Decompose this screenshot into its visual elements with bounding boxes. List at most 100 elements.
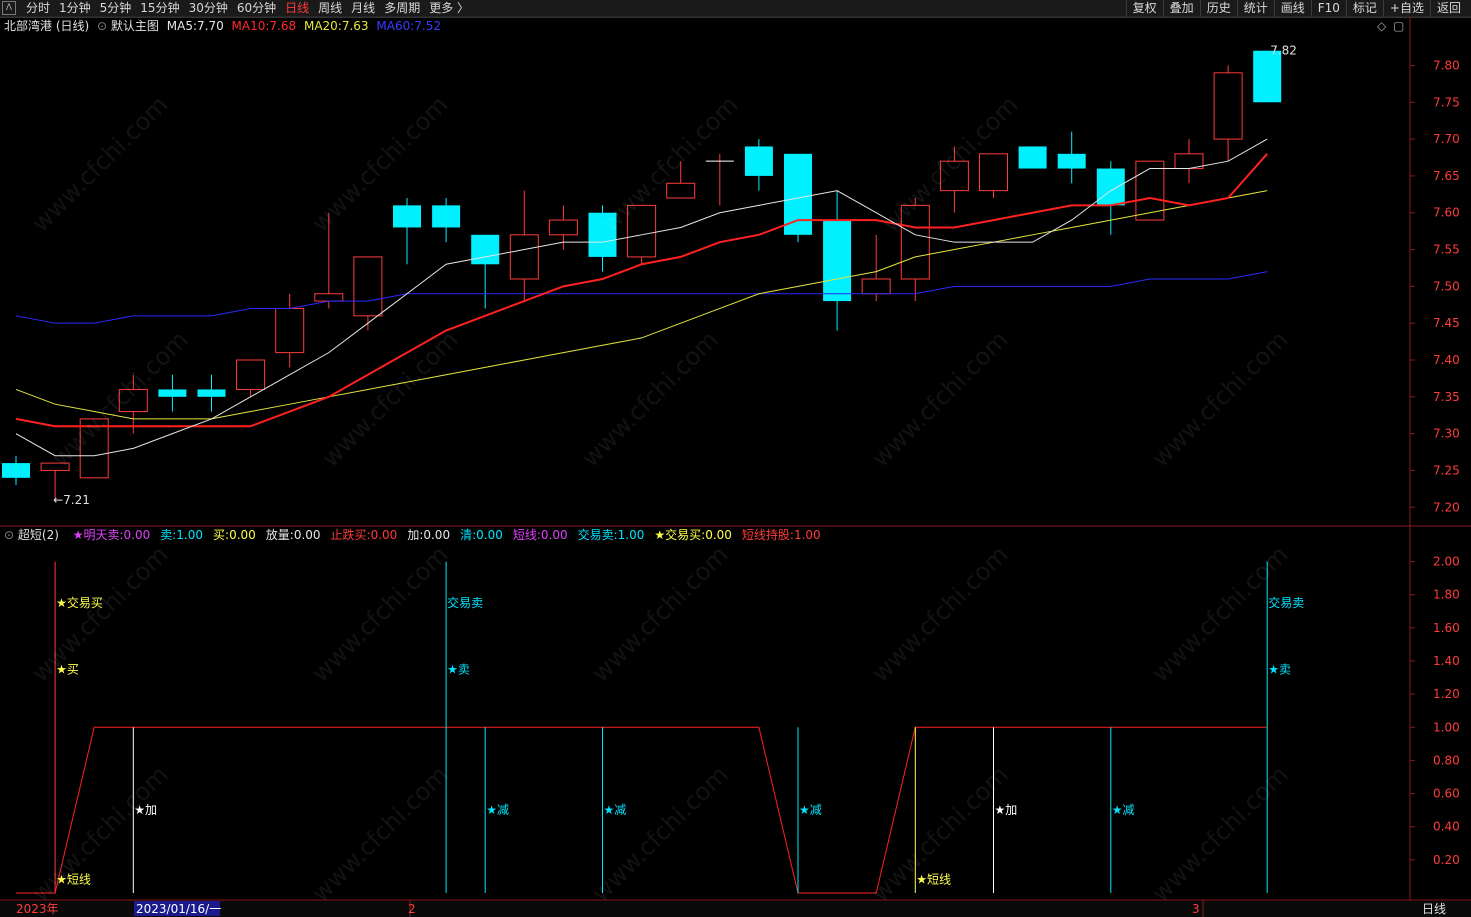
- indicator-value: 0.00: [540, 528, 568, 542]
- candle-body: [471, 234, 500, 265]
- candle-body: [823, 220, 852, 302]
- y-tick-label: 0.80: [1433, 753, 1460, 767]
- ma60-value: 7.52: [414, 19, 441, 33]
- signal-label: ★加: [134, 803, 157, 817]
- signal-label: ★卖: [1268, 662, 1291, 676]
- y-tick-label: 7.40: [1433, 353, 1460, 367]
- candle-body: [158, 389, 187, 397]
- y-tick-label: 7.20: [1433, 500, 1460, 514]
- ma10-value: 7.68: [269, 19, 297, 33]
- y-tick-label: 7.75: [1433, 95, 1460, 109]
- candle-body: [979, 153, 1008, 192]
- ma10-label: MA10:: [231, 19, 270, 33]
- indicator-title[interactable]: 超短(2): [18, 528, 59, 542]
- indicator-label: 清:: [460, 528, 477, 542]
- ma5-label: MA5:: [166, 19, 197, 33]
- indicator-value: 1.00: [617, 528, 645, 542]
- signal-label: 交易卖: [447, 595, 483, 610]
- stock-title[interactable]: 北部湾港 (日线): [4, 19, 89, 33]
- signal-label: ★交易买: [56, 595, 103, 610]
- indicator-value: 1.00: [793, 528, 821, 542]
- indicator-label: 加:: [407, 528, 424, 542]
- collapse-icon[interactable]: ⊙: [4, 528, 14, 542]
- candle-body: [588, 212, 617, 257]
- indicator-label: 卖:: [160, 528, 177, 542]
- signal-label: ★减: [1112, 803, 1135, 817]
- high-price-label: 7.82: [1270, 44, 1297, 58]
- period-label: 日线: [1422, 902, 1446, 916]
- y-tick-label: 1.00: [1433, 720, 1460, 734]
- y-tick-label: 7.45: [1433, 316, 1460, 330]
- indicator-value: 0.00: [123, 528, 151, 542]
- candle-body: [2, 463, 30, 478]
- candle-body: [40, 462, 70, 471]
- indicator-label: 短线:: [512, 528, 541, 542]
- indicator-value: 0.00: [705, 528, 732, 542]
- y-tick-label: 7.25: [1433, 463, 1460, 477]
- kline-chart: 7.80 7.75 7.70 7.65 7.60 7.55 7.50 7.45 7.40 7.35…: [0, 16, 1471, 917]
- ma10-line: [15, 153, 1268, 428]
- y-tick-label: 7.70: [1433, 132, 1460, 146]
- indicator-label: ★明天卖:: [72, 528, 124, 542]
- ma5-line: [15, 138, 1268, 457]
- indicator-label: 短线持股:: [741, 528, 794, 542]
- candle-body: [666, 182, 696, 199]
- indicator-value: 0.00: [370, 528, 398, 542]
- candle-body: [509, 234, 539, 280]
- candle-body: [861, 278, 891, 295]
- signal-label: ★卖: [447, 662, 470, 676]
- y-tick-label: 0.60: [1433, 787, 1460, 801]
- indicator-header: ⊙ 超短(2) ★明天卖:0.00 卖:1.00 买:0.00 放量:0.00 止跌买:…: [4, 528, 821, 543]
- x-axis-label: 2: [408, 902, 416, 916]
- y-tick-label: 2.00: [1433, 555, 1460, 569]
- candle-body: [548, 219, 578, 236]
- candle-body: [393, 205, 421, 228]
- indicator-label: 交易卖:: [577, 528, 618, 542]
- y-tick-label: 7.30: [1433, 427, 1460, 441]
- y-tick-label: 1.80: [1433, 588, 1460, 602]
- indicator-label: 止跌买:: [330, 528, 371, 542]
- signal-label: ★买: [56, 662, 79, 676]
- window-icon[interactable]: ▢: [1393, 19, 1404, 34]
- ma20-label: MA20:: [303, 19, 342, 33]
- candle-body: [79, 418, 109, 479]
- cursor-date-label: 2023/01/16/一: [136, 902, 221, 916]
- candle-body: [627, 204, 657, 258]
- candle-body: [1253, 50, 1282, 103]
- candle-body: [1213, 72, 1243, 140]
- y-tick-label: 1.20: [1433, 687, 1460, 701]
- y-tick-label: 0.20: [1433, 853, 1460, 867]
- y-tick-label: 0.40: [1433, 820, 1460, 834]
- main-chart-header: 北部湾港 (日线) ⊙ 默认主图 MA5:7.70 MA10:7.68 MA20…: [4, 19, 441, 34]
- indicator-label: ★交易买:: [654, 528, 706, 542]
- x-axis-label: 2023年: [16, 902, 59, 916]
- y-tick-label: 1.40: [1433, 654, 1460, 668]
- candle-body: [118, 388, 148, 413]
- indicator-value: 0.00: [476, 528, 503, 542]
- y-tick-label: 7.80: [1433, 58, 1460, 72]
- low-price-label: ←7.21: [53, 493, 90, 507]
- indicator-value: 0.00: [229, 528, 256, 542]
- template-label[interactable]: 默认主图: [111, 19, 159, 33]
- y-tick-label: 7.60: [1433, 206, 1460, 220]
- candle-body: [784, 153, 812, 235]
- ma60-line: [15, 271, 1268, 324]
- candle-body: [1096, 168, 1125, 206]
- x-axis-label: 3: [1192, 902, 1200, 916]
- candle-body: [1018, 146, 1047, 169]
- candle-body: [939, 160, 969, 192]
- chevron-down-icon[interactable]: ⊙: [97, 19, 107, 33]
- indicator-value: 0.00: [423, 528, 451, 542]
- short-hold-line: [16, 726, 1268, 894]
- signal-label: 交易卖: [1268, 595, 1304, 610]
- y-tick-label: 7.65: [1433, 169, 1460, 183]
- diamond-icon[interactable]: ◇: [1377, 19, 1386, 34]
- y-tick-label: 7.50: [1433, 279, 1460, 293]
- ma5-value: 7.70: [197, 19, 224, 33]
- indicator-value: 1.00: [176, 528, 204, 542]
- indicator-value: 0.00: [293, 528, 321, 542]
- signal-label: ★短线: [56, 873, 91, 887]
- y-tick-label: 1.60: [1433, 621, 1460, 635]
- y-tick-label: 7.35: [1433, 390, 1460, 404]
- candle-body: [432, 205, 461, 228]
